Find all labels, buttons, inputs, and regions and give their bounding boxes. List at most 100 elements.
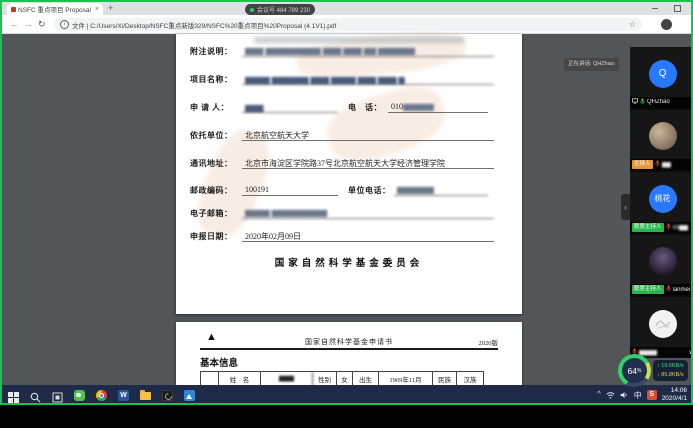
field-value: 100191 xyxy=(242,185,338,196)
browser-tab[interactable]: NSFC 重点项目 Proposal (4.1V × xyxy=(7,3,103,15)
field-label: 电 话： xyxy=(348,102,388,113)
pdf-page-1: 附注说明：▆▆▆ ▆▆▆▆▆▆▆▆▆ ▆▆▆ ▆▆▆ ▆▆ ▆▆▆▆▆▆ 项目名… xyxy=(176,34,522,314)
field-label: 通讯地址： xyxy=(190,158,242,169)
field-label: 申报日期： xyxy=(190,231,242,242)
field-label: 项目名称： xyxy=(190,74,242,85)
meeting-live-dot-icon xyxy=(250,8,254,12)
panel-collapse-handle[interactable]: › xyxy=(621,194,630,220)
screen-share-icon xyxy=(632,98,638,106)
task-view-button[interactable] xyxy=(52,390,63,401)
windows-taskbar: W ^ 中 S 14:06 2020/4/1 xyxy=(2,385,691,405)
chrome-icon[interactable] xyxy=(96,390,107,401)
volume-icon[interactable] xyxy=(620,386,629,404)
speaking-toast: 正在讲话: QHZhao; xyxy=(564,58,619,71)
avatar xyxy=(649,310,677,338)
network-speeds: ↑ 19.6KB/s ↓ 85.8KB/s xyxy=(653,360,688,381)
chevron-down-icon[interactable]: ∨ xyxy=(689,349,693,356)
table-cell: 民族 xyxy=(433,372,457,385)
table-cell: 女 xyxy=(337,372,353,385)
file-explorer-icon[interactable] xyxy=(140,392,151,400)
window-maximize-button[interactable] xyxy=(674,5,681,12)
meeting-shared-screen: NSFC 重点项目 Proposal (4.1V × + ← → ↻ i 文件 … xyxy=(0,0,693,428)
phone-redacted: ▆▆▆▆▆ xyxy=(403,102,434,111)
page-info-icon[interactable]: i xyxy=(60,20,69,29)
tile-name-bar: 主持人 ▆▆ xyxy=(630,159,693,170)
browser-profile-avatar[interactable] xyxy=(661,19,672,30)
host-badge: 主持人 xyxy=(632,160,653,169)
performance-monitor-widget[interactable]: 64% ↑ 19.6KB/s ↓ 85.8KB/s xyxy=(618,354,688,387)
basic-info-table: 姓 名 ▆▆▆ 性别 女 出生 1969年11月 民族 汉族 xyxy=(200,371,484,385)
tile-name-bar: QHZhao xyxy=(630,97,693,108)
field-value: 北京市海淀区学院路37号北京航空航天大学经济管理学院 xyxy=(242,158,494,169)
table-cell: 汉族 xyxy=(457,372,483,385)
table-cell: 姓 名 xyxy=(219,372,261,385)
wechat-icon[interactable] xyxy=(74,390,85,401)
pdf-viewer-area[interactable]: 附注说明：▆▆▆ ▆▆▆▆▆▆▆▆▆ ▆▆▆ ▆▆▆ ▆▆ ▆▆▆▆▆▆ 项目名… xyxy=(2,34,691,385)
video-tile-last[interactable]: ▆▆▆▆ ∨ xyxy=(630,297,693,358)
video-tile-lanmei[interactable]: 联席主持人 lanmei xyxy=(630,235,693,296)
bookmark-star-icon[interactable]: ☆ xyxy=(629,20,636,29)
tray-expand-chevron[interactable]: ^ xyxy=(597,391,600,399)
field-value-redacted: ▆▆▆ ▆▆▆▆▆▆▆▆▆ ▆▆▆ ▆▆▆ ▆▆ ▆▆▆▆▆▆ xyxy=(242,46,494,57)
field-label: 申 请 人： xyxy=(190,102,242,113)
search-icon[interactable] xyxy=(30,390,41,401)
ime-indicator[interactable]: 中 xyxy=(634,390,642,401)
forward-button[interactable]: → xyxy=(24,19,33,29)
tab-close-icon[interactable]: × xyxy=(95,6,99,13)
word-icon[interactable]: W xyxy=(118,390,129,401)
taskbar-clock[interactable]: 14:06 2020/4/1 xyxy=(662,387,687,403)
download-speed: 85.8KB/s xyxy=(661,372,683,378)
url-text: 文件 | C:/Users/Xi/Desktop/NSFC重点新版329/NSF… xyxy=(72,20,626,30)
form-row-project-title: 项目名称：▆▆▆▆ ▆▆▆▆▆▆ ▆▆▆ ▆▆▆▆ ▆▆▆ ▆▆▆ ▆ xyxy=(190,74,494,87)
sogou-input-icon[interactable]: S xyxy=(647,390,657,400)
clock-date: 2020/4/1 xyxy=(662,395,687,403)
field-value: 2020年02月09日 xyxy=(242,231,494,242)
address-bar[interactable]: i 文件 | C:/Users/Xi/Desktop/NSFC重点新版329/N… xyxy=(54,18,642,31)
table-cell xyxy=(201,372,219,385)
form-row-applicant: 申 请 人：▆▆▆电 话：010▆▆▆▆▆ xyxy=(190,102,488,115)
shared-desktop: NSFC 重点项目 Proposal (4.1V × + ← → ↻ i 文件 … xyxy=(0,0,693,405)
browser-toolbar: ← → ↻ i 文件 | C:/Users/Xi/Desktop/NSFC重点新… xyxy=(2,15,691,34)
table-cell: 出生 xyxy=(353,372,379,385)
browser-tab-bar: NSFC 重点项目 Proposal (4.1V × + xyxy=(2,2,691,15)
table-cell: 性别 xyxy=(313,372,337,385)
video-tile-host[interactable]: 主持人 ▆▆ xyxy=(630,110,693,171)
page2-header-title: 国家自然科学基金申请书 xyxy=(176,337,522,347)
form-row-address: 通讯地址：北京市海淀区学院路37号北京航空航天大学经济管理学院 xyxy=(190,158,494,171)
tab-title: NSFC 重点项目 Proposal (4.1V xyxy=(18,4,93,14)
cohost-badge: 联席主持人 xyxy=(632,223,664,232)
window-minimize-button[interactable] xyxy=(652,8,658,9)
meeting-app-icon[interactable] xyxy=(162,390,173,401)
reload-button[interactable]: ↻ xyxy=(38,19,46,29)
field-label: 电子邮箱： xyxy=(190,208,242,219)
clock-time: 14:06 xyxy=(662,387,687,395)
avatar: Q xyxy=(649,60,677,88)
avatar xyxy=(649,247,677,275)
participant-name: QHZhao xyxy=(647,99,670,105)
table-cell: 1969年11月 xyxy=(379,372,433,385)
photos-app-icon[interactable] xyxy=(184,390,195,401)
start-button[interactable] xyxy=(8,390,19,401)
phone-prefix: 010 xyxy=(391,102,403,111)
upload-arrow-icon: ↑ xyxy=(657,363,660,369)
tile-name-bar: 联席主持人 b9▆▆ xyxy=(630,222,693,233)
meeting-id-pill[interactable]: 会议号 484 789 230 xyxy=(245,4,315,15)
back-button[interactable]: ← xyxy=(10,19,19,29)
watermark xyxy=(320,77,453,171)
tile-name-bar: 联席主持人 lanmei xyxy=(630,284,693,295)
gauge-percent: 64 xyxy=(628,366,637,376)
upload-speed: 19.6KB/s xyxy=(661,363,683,369)
table-cell-redacted: ▆▆▆ xyxy=(261,372,313,385)
field-value-redacted: ▆▆▆▆▆▆ xyxy=(394,185,488,196)
video-tile-qhzhao[interactable]: Q QHZhao xyxy=(630,47,693,108)
mic-muted-icon xyxy=(666,223,671,232)
form-row-postcode: 邮政编码：100191单位电话：▆▆▆▆▆▆ xyxy=(190,185,488,198)
new-tab-button[interactable]: + xyxy=(108,3,113,13)
avatar xyxy=(649,122,677,150)
form-row-note: 附注说明：▆▆▆ ▆▆▆▆▆▆▆▆▆ ▆▆▆ ▆▆▆ ▆▆ ▆▆▆▆▆▆ xyxy=(190,46,494,59)
clipped-text-row xyxy=(254,37,464,43)
field-label: 邮政编码： xyxy=(190,185,242,196)
wifi-icon[interactable] xyxy=(606,386,615,404)
memory-gauge[interactable]: 64% xyxy=(618,354,651,387)
video-tile-taohua[interactable]: 桃花 联席主持人 b9▆▆ xyxy=(630,172,693,233)
